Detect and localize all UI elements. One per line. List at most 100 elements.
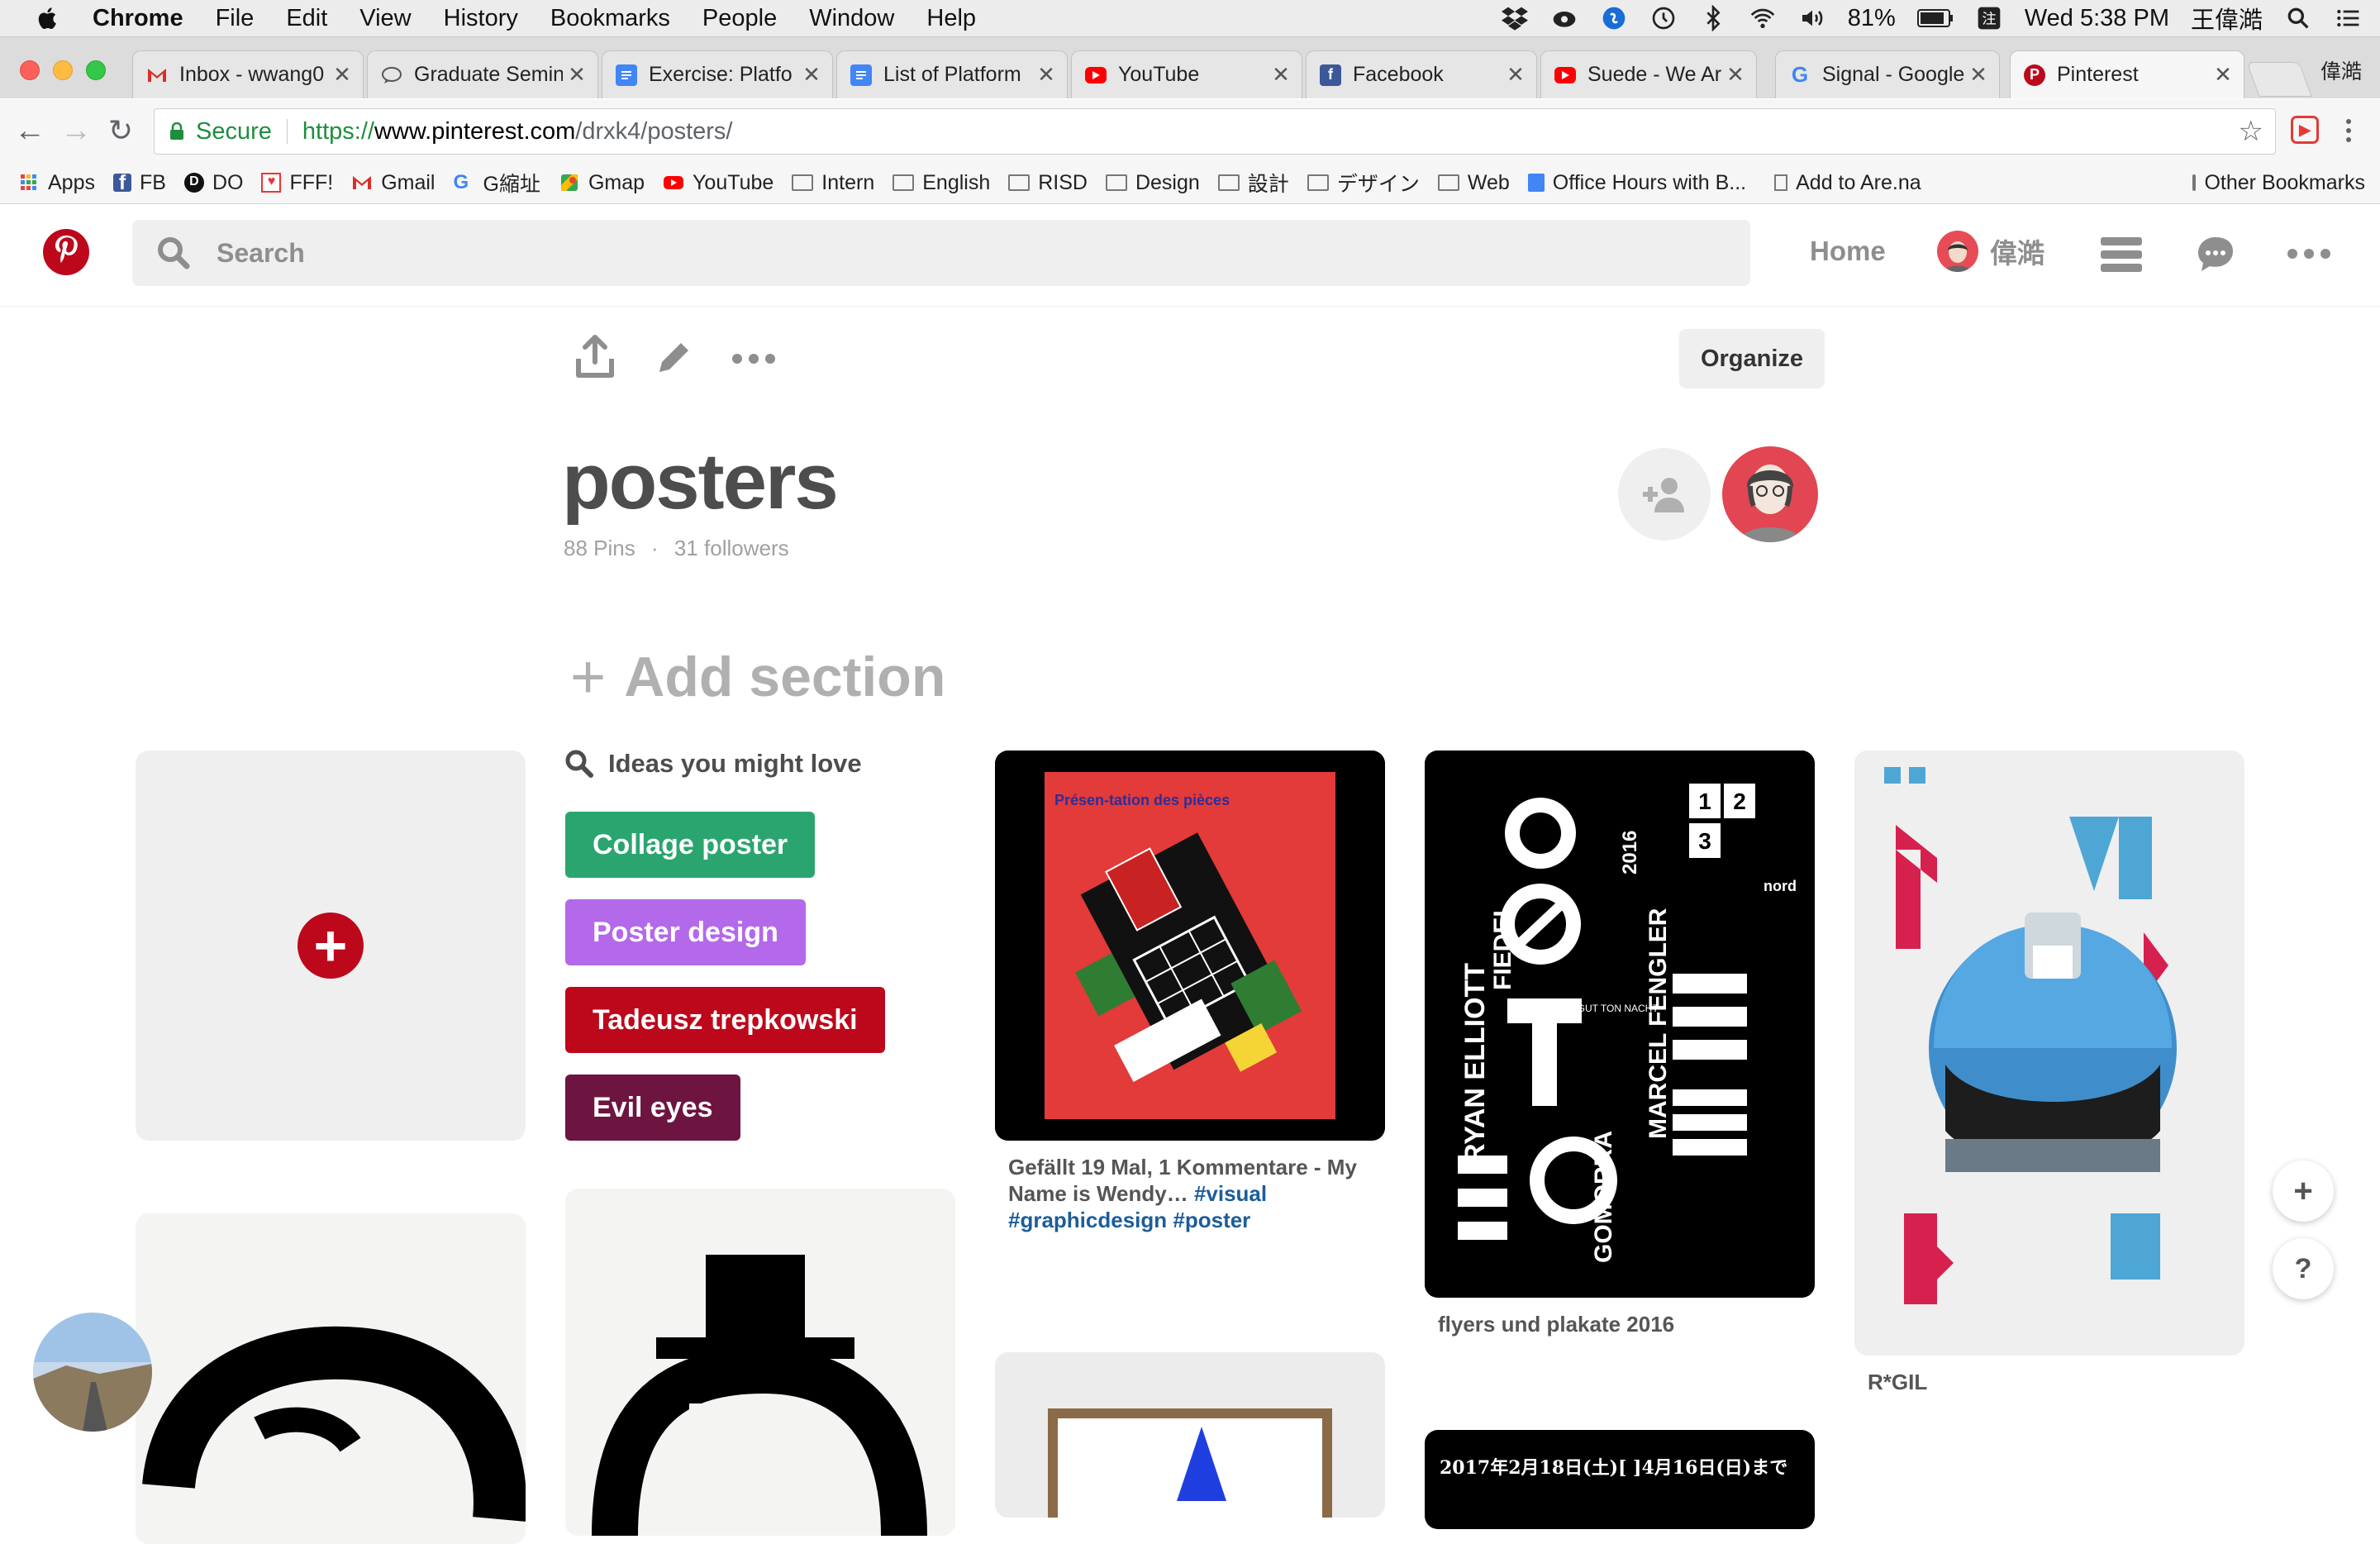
menu-edit[interactable]: Edit <box>286 5 327 32</box>
window-close-button[interactable] <box>20 60 40 80</box>
tab-suede[interactable]: Suede - We Are ✕ <box>1540 50 1757 98</box>
wifi-icon[interactable] <box>1749 5 1777 31</box>
tab-facebook[interactable]: f Facebook ✕ <box>1306 50 1537 98</box>
tab-youtube[interactable]: YouTube ✕ <box>1071 50 1302 98</box>
tab-list-of-platform[interactable]: List of Platform ✕ <box>836 50 1068 98</box>
bookmark-fb[interactable]: f FB <box>112 171 166 195</box>
time-machine-icon[interactable] <box>1649 5 1678 31</box>
create-plus-button[interactable]: + <box>2273 1160 2334 1222</box>
tab-close-icon[interactable]: ✕ <box>1267 62 1295 88</box>
tab-close-icon[interactable]: ✕ <box>1502 62 1530 88</box>
pinterest-logo-icon[interactable] <box>43 229 89 275</box>
notification-center-icon[interactable] <box>2334 5 2362 31</box>
search-input[interactable]: Search <box>132 220 1750 286</box>
bookmark-gmail[interactable]: Gmail <box>351 171 436 195</box>
menu-history[interactable]: History <box>444 5 518 32</box>
bookmark-folder-intern[interactable]: Intern <box>792 171 874 195</box>
profile-link[interactable]: 偉澔 <box>1937 231 2044 272</box>
forward-arrow-icon[interactable]: → <box>58 112 94 149</box>
bookmark-folder-design-zh[interactable]: 設計 <box>1217 168 1289 198</box>
bookmark-apps[interactable]: Apps <box>18 171 95 195</box>
add-collaborator-button[interactable] <box>1618 448 1711 541</box>
menu-app-name[interactable]: Chrome <box>93 5 183 32</box>
bookmark-folder-english[interactable]: English <box>892 171 990 195</box>
add-pin-card[interactable]: + <box>136 751 526 1141</box>
bookmark-g-shortener[interactable]: G G縮址 <box>454 168 540 198</box>
tab-signal-google[interactable]: G Signal - Google ✕ <box>1775 50 2000 98</box>
tab-exercise[interactable]: Exercise: Platfo ✕ <box>602 50 833 98</box>
reload-icon[interactable]: ↻ <box>102 112 139 149</box>
messages-icon[interactable] <box>2195 234 2236 275</box>
battery-icon[interactable] <box>1916 7 1954 29</box>
pin-description-2[interactable]: flyers und plakate 2016 <box>1438 1311 1802 1337</box>
tab-pinterest[interactable]: P Pinterest ✕ <box>2010 50 2244 98</box>
pin-description-1[interactable]: Gefällt 19 Mal, 1 Kommentare - My Name i… <box>1008 1154 1372 1233</box>
pin-card-calligraphy-2[interactable] <box>565 1189 955 1536</box>
bookmark-gmap[interactable]: Gmap <box>559 171 645 195</box>
input-method-icon[interactable]: 注 <box>1975 5 2003 31</box>
apple-icon[interactable] <box>31 4 64 32</box>
spotlight-search-icon[interactable] <box>2284 5 2312 31</box>
add-section-button[interactable]: + Add section <box>570 641 945 712</box>
window-minimize-button[interactable] <box>53 60 73 80</box>
extension-icon[interactable]: ▶ <box>2291 116 2319 144</box>
idea-chip-poster-design[interactable]: Poster design <box>565 899 806 965</box>
bookmark-add-to-arena[interactable]: Add to Are.na <box>1774 171 1921 195</box>
menu-view[interactable]: View <box>359 5 411 32</box>
bookmark-folder-design-ja[interactable]: デザイン <box>1307 168 1420 198</box>
clock[interactable]: Wed 5:38 PM <box>2025 5 2169 32</box>
menu-bookmarks[interactable]: Bookmarks <box>550 5 670 32</box>
pin-card-japanese-poster[interactable]: 2017年2月18日(土)[ ]4月16日(日)まで <box>1425 1430 1815 1529</box>
bookmark-folder-design[interactable]: Design <box>1105 171 1200 195</box>
follower-count[interactable]: 31 followers <box>674 536 789 560</box>
chrome-menu-icon[interactable] <box>2340 111 2357 150</box>
bookmark-folder-web[interactable]: Web <box>1437 171 1510 195</box>
tab-graduate-seminar[interactable]: Graduate Semin ✕ <box>367 50 598 98</box>
idea-chip-evil-eyes[interactable]: Evil eyes <box>565 1075 740 1141</box>
tab-close-icon[interactable]: ✕ <box>563 62 591 88</box>
tab-close-icon[interactable]: ✕ <box>1721 62 1749 88</box>
pin-card-collage-poster[interactable]: Présen-tation des pièces <box>995 751 1385 1141</box>
tab-close-icon[interactable]: ✕ <box>1032 62 1060 88</box>
pin-card-robot-helmet[interactable] <box>1854 751 2244 1356</box>
boards-menu-icon[interactable] <box>2101 237 2142 272</box>
help-button[interactable]: ? <box>2273 1238 2334 1299</box>
address-bar[interactable]: Secure https:// www.pinterest.com /drxk4… <box>154 108 2276 155</box>
dropbox-icon[interactable] <box>1501 5 1529 31</box>
pin-count[interactable]: 88 Pins <box>564 536 635 560</box>
idea-chip-collage-poster[interactable]: Collage poster <box>565 812 816 878</box>
menu-people[interactable]: People <box>702 5 777 32</box>
pin-card-calligraphy-1[interactable] <box>136 1213 526 1544</box>
menu-help[interactable]: Help <box>926 5 976 32</box>
board-more-options-icon[interactable] <box>732 354 775 364</box>
window-zoom-button[interactable] <box>86 60 106 80</box>
volume-icon[interactable] <box>1798 5 1826 31</box>
bookmark-office-hours[interactable]: Office Hours with B... <box>1527 171 1746 195</box>
bookmark-folder-risd[interactable]: RISD <box>1008 171 1088 195</box>
share-upload-icon[interactable] <box>575 334 615 379</box>
edit-pencil-icon[interactable] <box>654 339 693 377</box>
back-arrow-icon[interactable]: ← <box>12 112 48 149</box>
new-tab-button[interactable] <box>2246 62 2312 97</box>
floating-avatar[interactable] <box>33 1313 152 1432</box>
bookmark-fff[interactable]: ♥ FFF! <box>261 171 333 195</box>
pin-card-framed-print[interactable] <box>995 1352 1385 1518</box>
menu-window[interactable]: Window <box>809 5 894 32</box>
chrome-profile-name[interactable]: 偉澔 <box>2320 55 2362 85</box>
menubar-user[interactable]: 王偉澔 <box>2191 1 2263 36</box>
creative-cloud-icon[interactable] <box>1550 5 1578 31</box>
tab-close-icon[interactable]: ✕ <box>2209 62 2237 88</box>
shazam-icon[interactable] <box>1600 5 1628 31</box>
organize-button[interactable]: Organize <box>1679 329 1825 388</box>
bookmark-star-icon[interactable]: ☆ <box>2239 115 2263 148</box>
menu-file[interactable]: File <box>216 5 255 32</box>
more-options-icon[interactable] <box>2287 249 2330 259</box>
bookmark-other-bookmarks[interactable]: Other Bookmarks <box>2192 162 2365 203</box>
bookmark-do[interactable]: D DO <box>183 171 243 195</box>
tab-close-icon[interactable]: ✕ <box>328 62 356 88</box>
tab-close-icon[interactable]: ✕ <box>797 62 826 88</box>
bluetooth-icon[interactable] <box>1699 5 1727 31</box>
bookmark-youtube[interactable]: YouTube <box>663 171 774 195</box>
pin-description-3[interactable]: R*GIL <box>1868 1369 2231 1395</box>
owner-avatar[interactable] <box>1722 446 1818 542</box>
